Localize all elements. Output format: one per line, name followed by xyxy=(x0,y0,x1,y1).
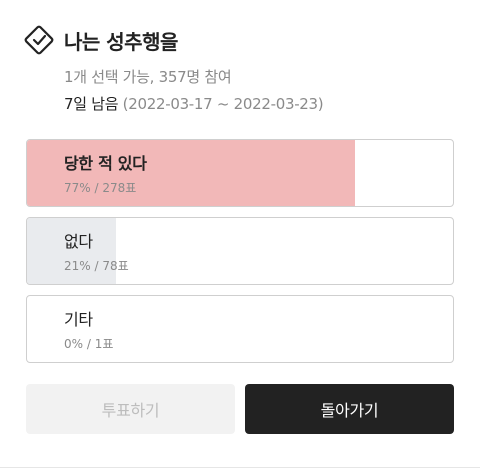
vote-box-icon xyxy=(24,25,54,55)
option-stats: 0% / 1표 xyxy=(64,337,114,351)
poll-option-experienced[interactable]: 당한 적 있다 77% / 278표 xyxy=(26,139,454,207)
poll-period: (2022-03-17 ~ 2022-03-23) xyxy=(118,95,324,113)
back-button[interactable]: 돌아가기 xyxy=(245,384,454,434)
poll-deadline: 7일 남음 (2022-03-17 ~ 2022-03-23) xyxy=(64,93,324,114)
poll-option-none[interactable]: 없다 21% / 78표 xyxy=(26,217,454,285)
option-label: 당한 적 있다 xyxy=(64,154,147,173)
poll-meta: 1개 선택 가능, 357명 참여 xyxy=(64,68,232,86)
vote-button[interactable]: 투표하기 xyxy=(26,384,235,434)
poll-title: 나는 성추행을 xyxy=(64,29,178,54)
option-stats: 21% / 78표 xyxy=(64,259,129,273)
option-label: 없다 xyxy=(64,232,93,251)
poll-header: 나는 성추행을 xyxy=(24,24,178,56)
option-label: 기타 xyxy=(64,310,93,329)
poll-option-other[interactable]: 기타 0% / 1표 xyxy=(26,295,454,363)
poll-remaining: 7일 남음 xyxy=(64,95,119,113)
option-stats: 77% / 278표 xyxy=(64,181,137,195)
